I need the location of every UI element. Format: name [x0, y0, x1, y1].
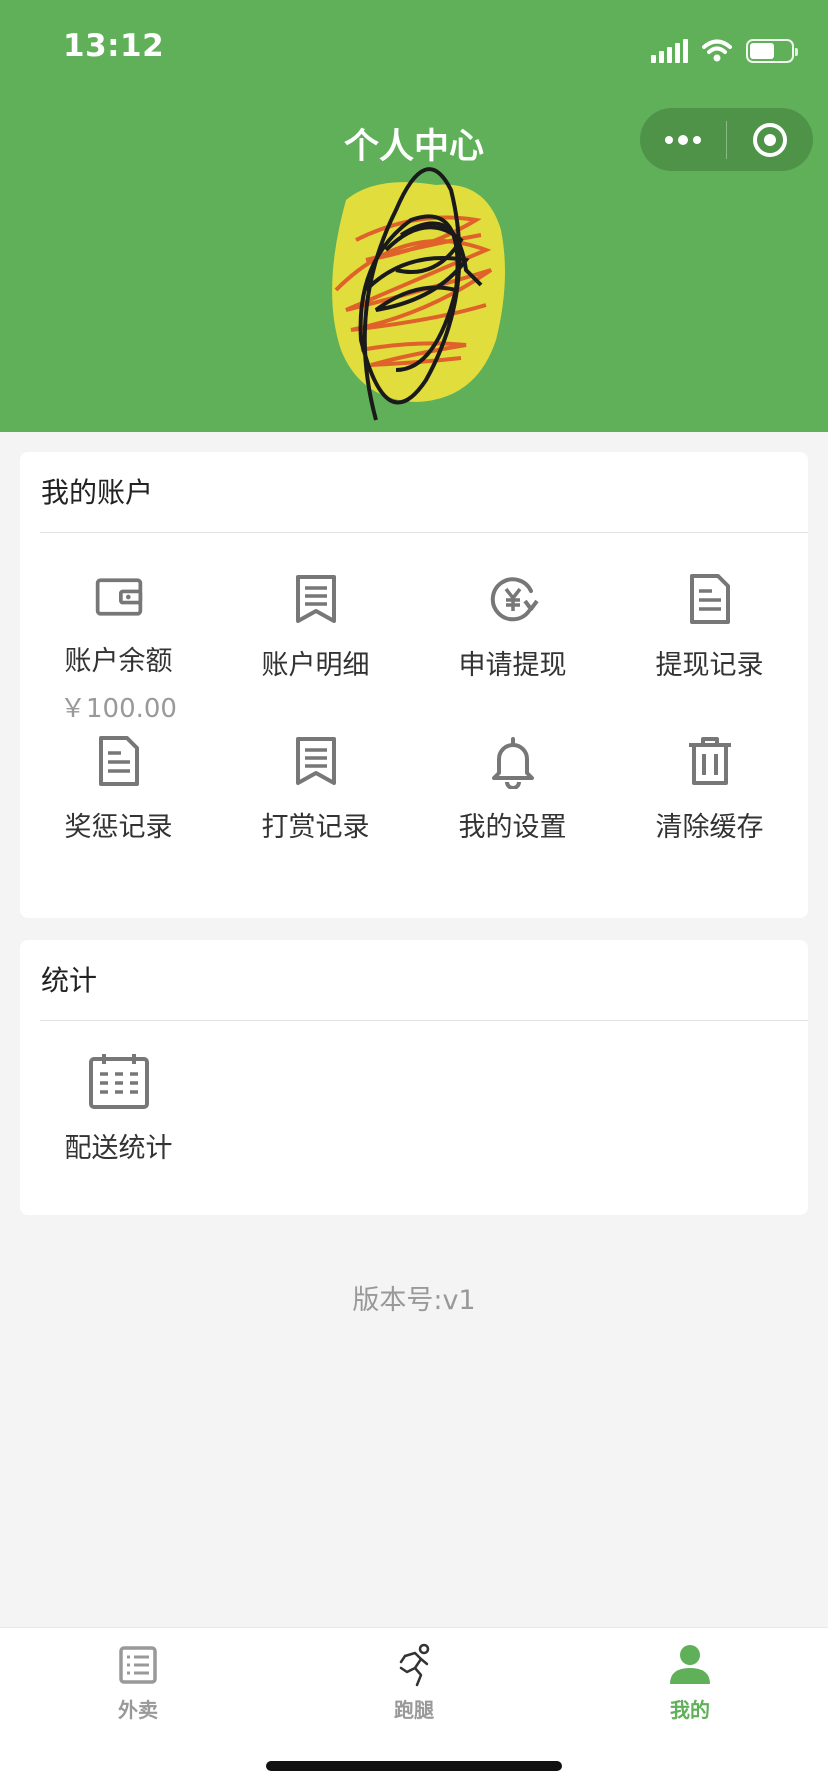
- stats-card-title: 统计: [40, 940, 808, 1021]
- user-icon: [670, 1645, 710, 1684]
- tab-errand-label: 跑腿: [394, 1698, 434, 1722]
- wallet-icon: [95, 578, 142, 616]
- account-balance-item[interactable]: 账户余额 ￥100.00: [20, 533, 217, 725]
- list-icon: [119, 1646, 157, 1684]
- tab-errand[interactable]: 跑腿: [276, 1642, 552, 1723]
- clear-cache-label: 清除缓存: [655, 812, 764, 843]
- wifi-icon: [702, 39, 732, 62]
- yuan-withdraw-icon: [490, 577, 539, 622]
- tab-takeout[interactable]: 外卖: [0, 1642, 276, 1723]
- close-target-icon: [753, 122, 787, 157]
- home-indicator: [266, 1761, 562, 1771]
- close-button[interactable]: [727, 108, 813, 171]
- page: 13:12 个人中心 我的账户 账户余额 ￥100.00 账户明细 申请提现 提…: [0, 0, 828, 1792]
- more-menu-button[interactable]: [640, 108, 726, 171]
- version-text: 版本号:v1: [352, 1285, 476, 1316]
- withdraw-apply-item[interactable]: 申请提现: [414, 533, 611, 725]
- reward-penalty-label: 奖惩记录: [64, 812, 173, 843]
- clear-cache-item[interactable]: 清除缓存: [611, 725, 808, 885]
- battery-icon: [746, 39, 798, 63]
- account-grid: 账户余额 ￥100.00 账户明细 申请提现 提现记录: [20, 533, 808, 725]
- runner-icon: [399, 1643, 430, 1687]
- document-icon: [689, 574, 730, 624]
- signal-icon: [651, 39, 688, 63]
- delivery-stats-label: 配送统计: [64, 1133, 173, 1164]
- avatar[interactable]: [316, 140, 556, 450]
- account-card: 我的账户 账户余额 ￥100.00 账户明细 申请提现 提现记录 奖惩记录 打赏…: [20, 452, 808, 918]
- withdraw-apply-label: 申请提现: [458, 650, 567, 681]
- account-balance-label: 账户余额: [64, 646, 173, 677]
- bell-icon: [491, 737, 534, 789]
- tab-takeout-label: 外卖: [118, 1698, 158, 1722]
- withdraw-record-item[interactable]: 提现记录: [611, 533, 808, 725]
- delivery-stats-item[interactable]: 配送统计: [20, 1021, 217, 1213]
- trash-icon: [688, 737, 731, 785]
- stats-grid: 配送统计: [20, 1021, 808, 1213]
- receipt-icon: [295, 737, 336, 785]
- calendar-icon: [88, 1054, 149, 1109]
- reward-penalty-item[interactable]: 奖惩记录: [20, 725, 217, 885]
- document-icon: [98, 736, 139, 786]
- account-balance-value: ￥100.00: [60, 694, 177, 724]
- status-icons: [651, 36, 798, 66]
- account-detail-item[interactable]: 账户明细: [217, 533, 414, 725]
- tab-mine[interactable]: 我的: [552, 1642, 828, 1723]
- tip-record-item[interactable]: 打赏记录: [217, 725, 414, 885]
- withdraw-record-label: 提现记录: [655, 650, 764, 681]
- my-settings-label: 我的设置: [458, 812, 567, 843]
- tip-record-label: 打赏记录: [261, 812, 370, 843]
- stats-card: 统计 配送统计: [20, 940, 808, 1215]
- account-grid-row2: 奖惩记录 打赏记录 我的设置 清除缓存: [20, 725, 808, 885]
- tab-mine-label: 我的: [670, 1698, 710, 1722]
- my-settings-item[interactable]: 我的设置: [414, 725, 611, 885]
- status-time: 13:12: [63, 28, 165, 64]
- account-detail-label: 账户明细: [261, 650, 370, 681]
- battery-fill: [750, 43, 774, 59]
- mini-program-capsule: [640, 108, 813, 171]
- account-card-title: 我的账户: [40, 452, 808, 533]
- receipt-icon: [295, 575, 336, 623]
